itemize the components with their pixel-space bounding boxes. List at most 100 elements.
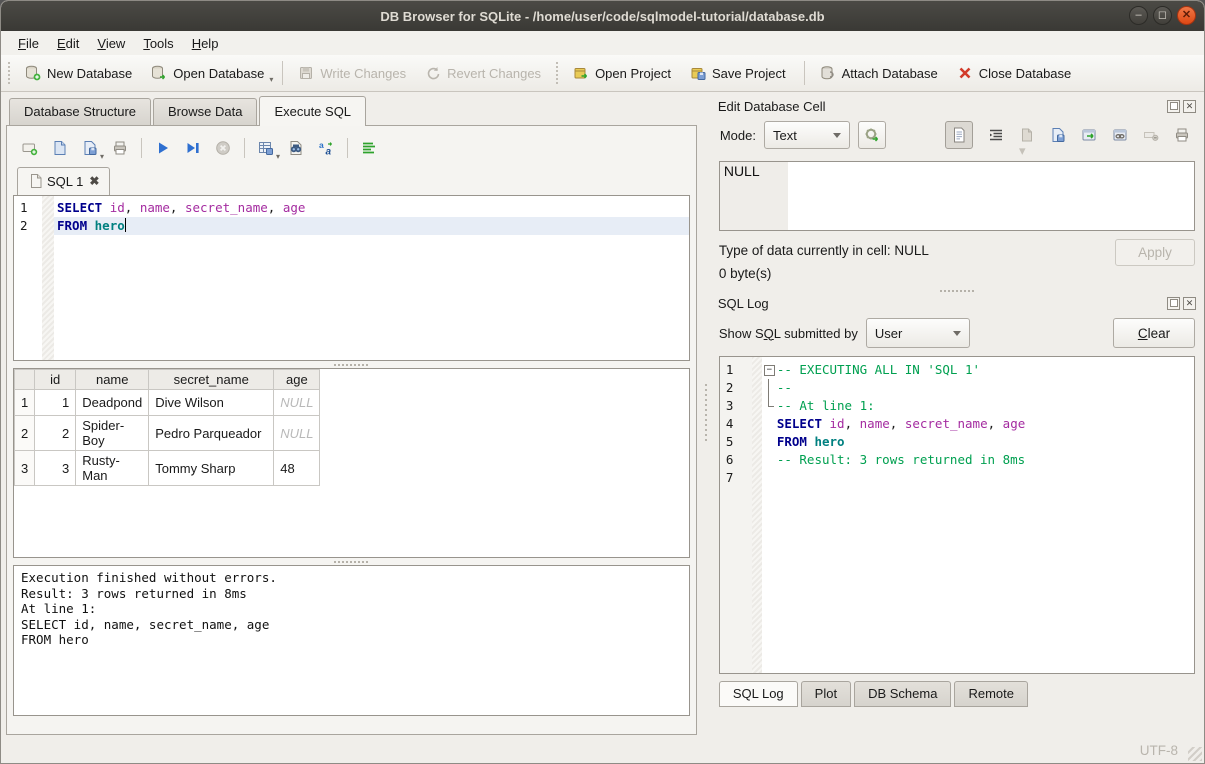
- cell-id[interactable]: 3: [35, 451, 76, 486]
- print-cell-icon[interactable]: [1174, 127, 1190, 143]
- sql-editor[interactable]: 1 2 SELECT id, name, secret_name, age FR…: [13, 195, 690, 361]
- encoding-indicator[interactable]: UTF-8: [1140, 743, 1178, 758]
- dock-splitter[interactable]: [710, 287, 1204, 294]
- execute-sql-panel: ▾ ▾ aa SQL 1 ✖: [6, 125, 697, 735]
- attach-database-button[interactable]: Attach Database: [813, 61, 948, 85]
- text-mode-button[interactable]: [945, 121, 973, 149]
- cell-secret-name[interactable]: Pedro Parqueador: [149, 416, 274, 451]
- cell-info: Type of data currently in cell: NULL 0 b…: [719, 239, 1195, 285]
- toolbar-grip[interactable]: [556, 62, 561, 84]
- row-header[interactable]: 3: [15, 451, 35, 486]
- link-icon[interactable]: [1112, 127, 1128, 143]
- cell-age[interactable]: NULL: [274, 416, 320, 451]
- row-header[interactable]: 1: [15, 390, 35, 416]
- mode-select[interactable]: Text: [764, 121, 850, 149]
- cell-name[interactable]: Spider-Boy: [76, 416, 149, 451]
- execute-all-button[interactable]: [150, 135, 176, 161]
- cell-secret-name[interactable]: Dive Wilson: [149, 390, 274, 416]
- stop-button[interactable]: [210, 135, 236, 161]
- import-file-icon[interactable]: ▾: [1019, 127, 1035, 143]
- open-in-app-icon[interactable]: [1081, 127, 1097, 143]
- column-header-name[interactable]: name: [76, 370, 149, 390]
- menu-file[interactable]: File: [9, 34, 48, 53]
- save-results-dropdown-icon[interactable]: ▾: [276, 152, 280, 161]
- open-project-button[interactable]: Open Project: [566, 61, 681, 85]
- export-file-icon[interactable]: [1050, 127, 1066, 143]
- format-sql-button[interactable]: [356, 135, 382, 161]
- editor-line-current[interactable]: FROM hero: [54, 217, 689, 235]
- cell-name[interactable]: Deadpond: [76, 390, 149, 416]
- column-header-secret-name[interactable]: secret_name: [149, 370, 274, 390]
- main-vertical-splitter[interactable]: [703, 92, 710, 735]
- fold-marker[interactable]: [762, 361, 777, 379]
- open-sql-file-button[interactable]: [47, 135, 73, 161]
- close-sql-tab-icon[interactable]: ✖: [89, 174, 99, 188]
- results-log-splitter[interactable]: [13, 558, 690, 565]
- save-project-button[interactable]: Save Project: [683, 61, 796, 85]
- stop-icon: [215, 140, 231, 156]
- cell-age[interactable]: NULL: [274, 390, 320, 416]
- column-header-age[interactable]: age: [274, 370, 320, 390]
- open-sql-tab-button[interactable]: [17, 135, 43, 161]
- sql-tab[interactable]: SQL 1 ✖: [17, 167, 110, 195]
- toolbar-grip[interactable]: [8, 62, 13, 84]
- cell-id[interactable]: 1: [35, 390, 76, 416]
- tab-sql-log[interactable]: SQL Log: [719, 681, 798, 707]
- tab-execute-sql[interactable]: Execute SQL: [259, 96, 366, 126]
- new-database-button[interactable]: New Database: [18, 61, 142, 85]
- save-file-dropdown-icon[interactable]: ▾: [100, 152, 104, 161]
- row-header[interactable]: 2: [15, 416, 35, 451]
- cell-value-editor[interactable]: NULL: [719, 161, 1195, 231]
- tab-browse-data[interactable]: Browse Data: [153, 98, 257, 125]
- auto-switch-mode-button[interactable]: [858, 121, 886, 149]
- tab-db-schema[interactable]: DB Schema: [854, 681, 951, 707]
- log-line-numbers: 1 2 3 4 5 6 7: [720, 357, 752, 673]
- float-dock-icon[interactable]: [1167, 100, 1180, 113]
- open-project-icon: [573, 65, 589, 81]
- tab-plot[interactable]: Plot: [801, 681, 851, 707]
- close-icon[interactable]: ✕: [1177, 6, 1196, 25]
- clear-button[interactable]: Clear: [1113, 318, 1195, 348]
- word-wrap-icon[interactable]: [988, 127, 1004, 143]
- close-dock-icon[interactable]: ✕: [1183, 100, 1196, 113]
- tab-remote[interactable]: Remote: [954, 681, 1028, 707]
- log-line: [762, 469, 1194, 487]
- editor-results-splitter[interactable]: [13, 361, 690, 368]
- float-dock-icon[interactable]: [1167, 297, 1180, 310]
- cell-name[interactable]: Rusty-Man: [76, 451, 149, 486]
- maximize-icon[interactable]: ◻: [1153, 6, 1172, 25]
- save-sql-file-button[interactable]: ▾: [77, 135, 103, 161]
- execute-line-button[interactable]: [180, 135, 206, 161]
- resize-grip[interactable]: [1188, 747, 1202, 761]
- find-replace-icon: aa: [318, 140, 334, 156]
- minimize-icon[interactable]: –: [1129, 6, 1148, 25]
- submitter-value: User: [875, 326, 902, 341]
- submitter-select[interactable]: User: [866, 318, 970, 348]
- apply-button[interactable]: Apply: [1115, 239, 1195, 266]
- menu-tools[interactable]: Tools: [134, 34, 182, 53]
- results-corner-header[interactable]: [15, 370, 35, 390]
- menu-edit[interactable]: Edit: [48, 34, 88, 53]
- save-results-button[interactable]: ▾: [253, 135, 279, 161]
- print-sql-button[interactable]: [107, 135, 133, 161]
- sql-log-view[interactable]: 1 2 3 4 5 6 7 -- EXECUTING ALL IN 'SQL 1…: [719, 356, 1195, 674]
- menu-help[interactable]: Help: [183, 34, 228, 53]
- find-button[interactable]: [283, 135, 309, 161]
- revert-changes-button[interactable]: Revert Changes: [418, 61, 551, 85]
- set-null-icon[interactable]: [1143, 127, 1159, 143]
- editor-line[interactable]: SELECT id, name, secret_name, age: [54, 199, 689, 217]
- cell-age[interactable]: 48: [274, 451, 320, 486]
- execution-status-area[interactable]: Execution finished without errors. Resul…: [13, 565, 690, 716]
- results-table: id name secret_name age 1 1 Deadpond: [14, 369, 320, 486]
- cell-secret-name[interactable]: Tommy Sharp: [149, 451, 274, 486]
- close-database-button[interactable]: Close Database: [950, 61, 1082, 85]
- find-replace-button[interactable]: aa: [313, 135, 339, 161]
- menu-view[interactable]: View: [88, 34, 134, 53]
- close-dock-icon[interactable]: ✕: [1183, 297, 1196, 310]
- tab-database-structure[interactable]: Database Structure: [9, 98, 151, 125]
- open-database-dropdown-icon[interactable]: ▾: [269, 75, 273, 84]
- open-database-button[interactable]: Open Database ▾: [144, 61, 274, 85]
- cell-id[interactable]: 2: [35, 416, 76, 451]
- write-changes-button[interactable]: Write Changes: [291, 61, 416, 85]
- column-header-id[interactable]: id: [35, 370, 76, 390]
